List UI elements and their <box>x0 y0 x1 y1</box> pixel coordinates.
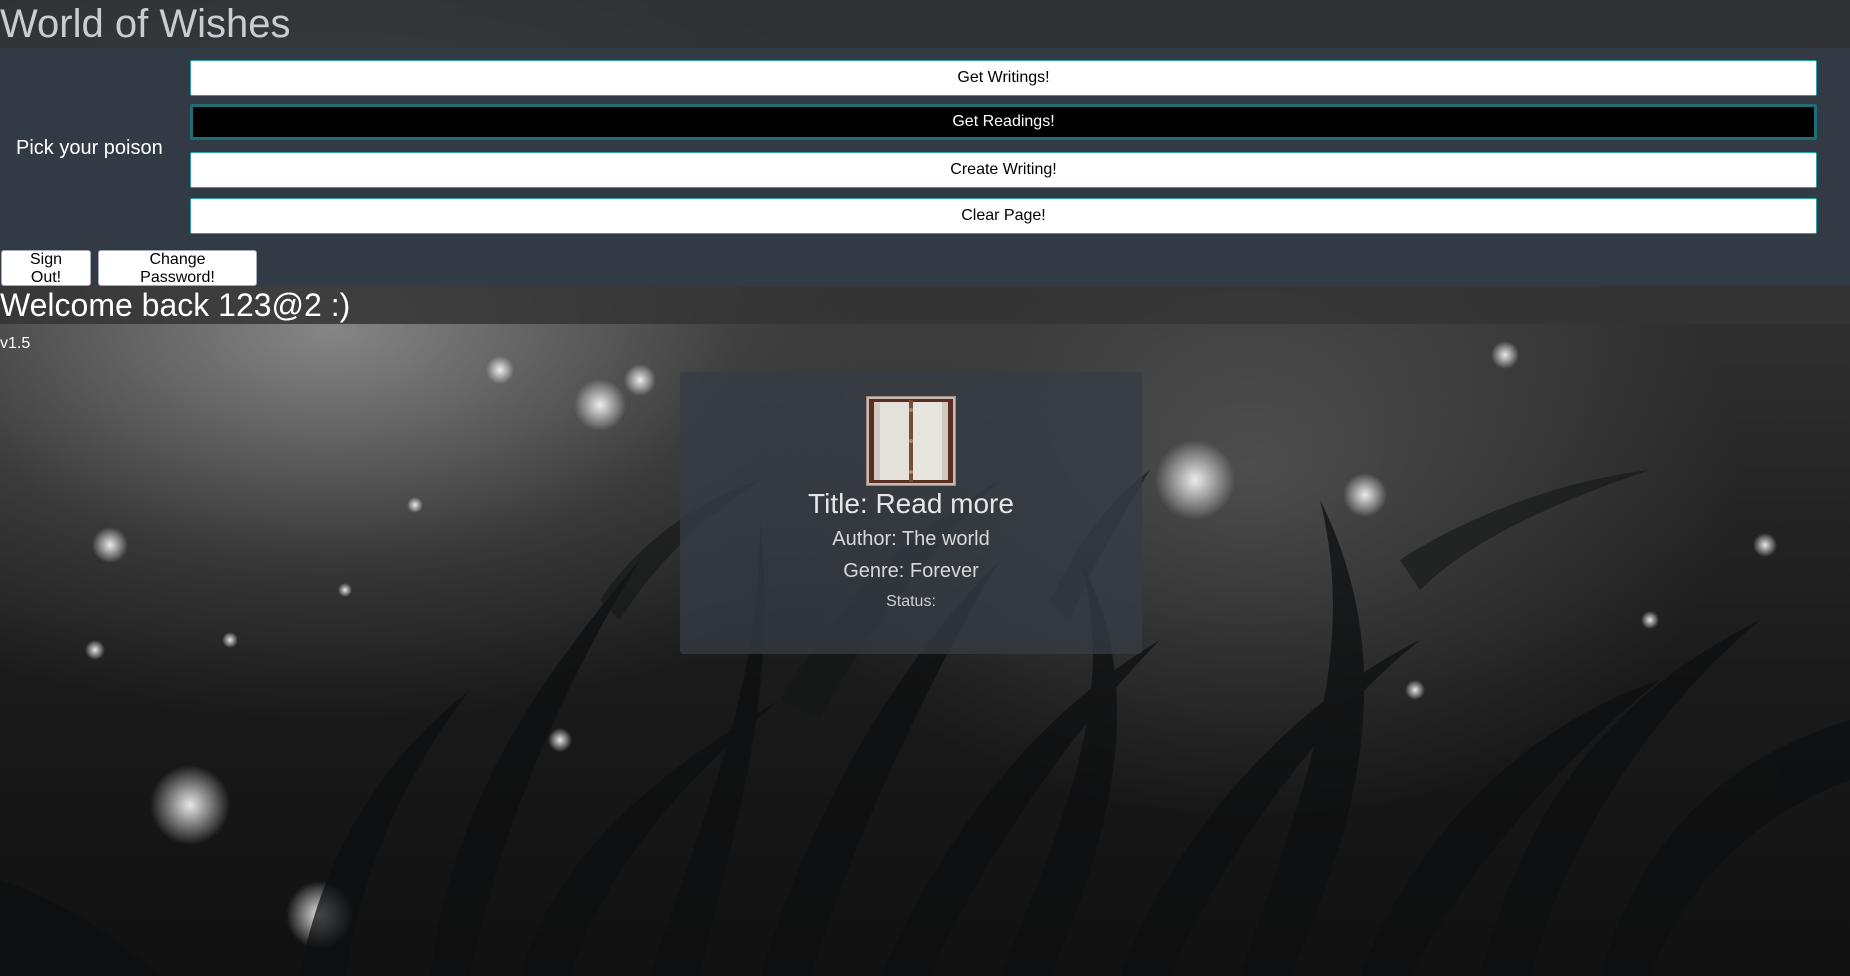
control-panel: Pick your poison Get Writings! Get Readi… <box>0 48 1850 286</box>
card-title: Title: Read more <box>808 488 1014 519</box>
welcome-message: Welcome back 123@2 :) <box>0 286 1850 324</box>
open-book-icon <box>866 396 956 486</box>
card-status: Status: <box>886 593 936 610</box>
get-readings-button[interactable]: Get Readings! <box>190 104 1817 140</box>
pick-poison-label: Pick your poison <box>16 137 163 159</box>
clear-page-button[interactable]: Clear Page! <box>190 198 1817 234</box>
writing-card[interactable]: Title: Read more Author: The world Genre… <box>680 372 1142 654</box>
create-writing-button[interactable]: Create Writing! <box>190 152 1817 188</box>
card-genre: Genre: Forever <box>843 560 979 582</box>
site-title: World of Wishes <box>0 0 1850 48</box>
card-author: Author: The world <box>832 528 990 550</box>
version-label: v1.5 <box>0 335 31 352</box>
sign-out-button[interactable]: Sign Out! <box>1 250 91 286</box>
change-password-button[interactable]: Change Password! <box>98 250 257 286</box>
get-writings-button[interactable]: Get Writings! <box>190 60 1817 96</box>
